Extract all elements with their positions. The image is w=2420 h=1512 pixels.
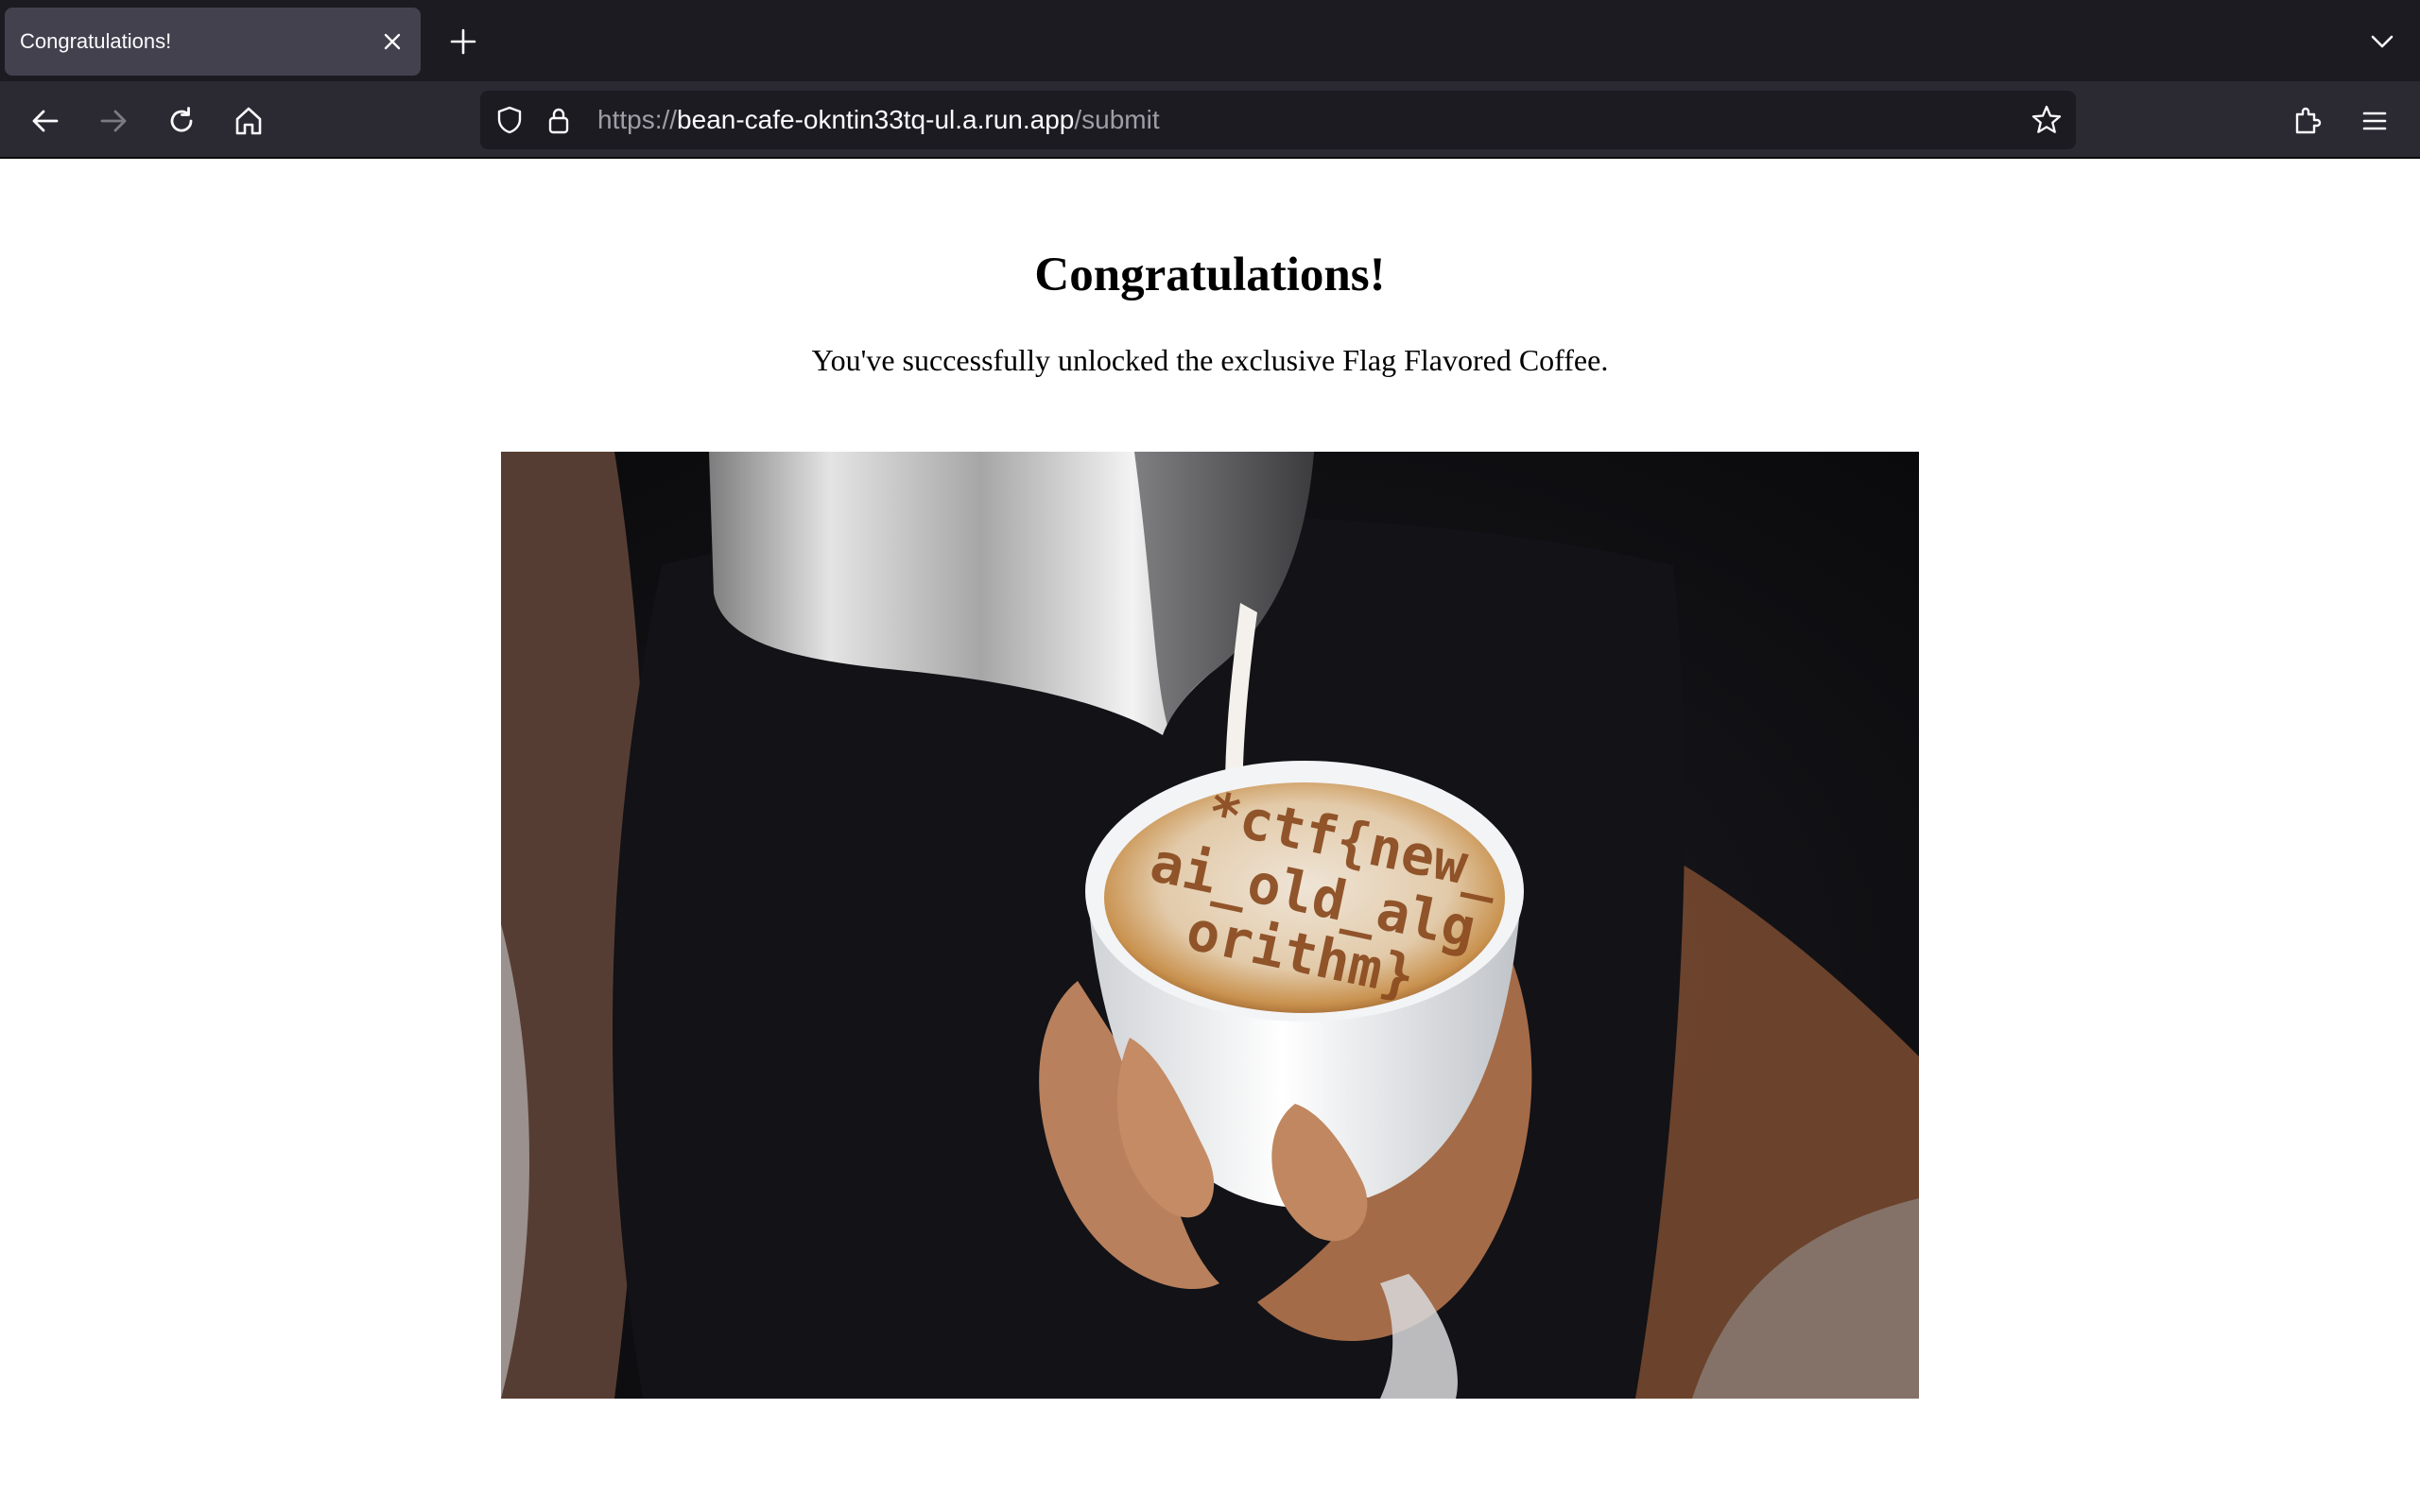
hamburger-icon[interactable] (2354, 100, 2395, 142)
url-bar[interactable]: https://bean-cafe-okntin33tq-ul.a.run.ap… (480, 91, 2076, 149)
reload-icon[interactable] (161, 100, 202, 142)
tab-strip: Congratulations! (0, 0, 2420, 81)
home-icon[interactable] (228, 100, 269, 142)
tab-title: Congratulations! (20, 29, 172, 53)
arrow-right-icon[interactable] (93, 100, 134, 142)
plus-icon[interactable] (444, 23, 482, 60)
arrow-left-icon[interactable] (25, 100, 66, 142)
url-text[interactable]: https://bean-cafe-okntin33tq-ul.a.run.ap… (597, 91, 1160, 149)
latte-pour-illustration: *ctf{new_ ai_old_alg orithm} (501, 452, 1919, 1399)
lock-icon[interactable] (543, 104, 575, 136)
success-message: You've successfully unlocked the exclusi… (811, 343, 1609, 377)
puzzle-icon[interactable] (2286, 100, 2327, 142)
chevron-down-icon[interactable] (2363, 23, 2401, 60)
url-path: /submit (1074, 105, 1160, 134)
page-title: Congratulations! (1034, 249, 1386, 301)
tab-congratulations[interactable]: Congratulations! (5, 8, 421, 76)
close-icon[interactable] (377, 26, 407, 57)
url-scheme: https:// (597, 105, 678, 134)
navigation-toolbar: https://bean-cafe-okntin33tq-ul.a.run.ap… (0, 81, 2420, 159)
shield-icon[interactable] (493, 104, 526, 136)
star-icon[interactable] (2031, 104, 2063, 136)
page-content: Congratulations! You've successfully unl… (0, 159, 2420, 1512)
url-host: bean-cafe-okntin33tq-ul.a.run.app (677, 105, 1075, 134)
coffee-photo: *ctf{new_ ai_old_alg orithm} (501, 452, 1919, 1399)
